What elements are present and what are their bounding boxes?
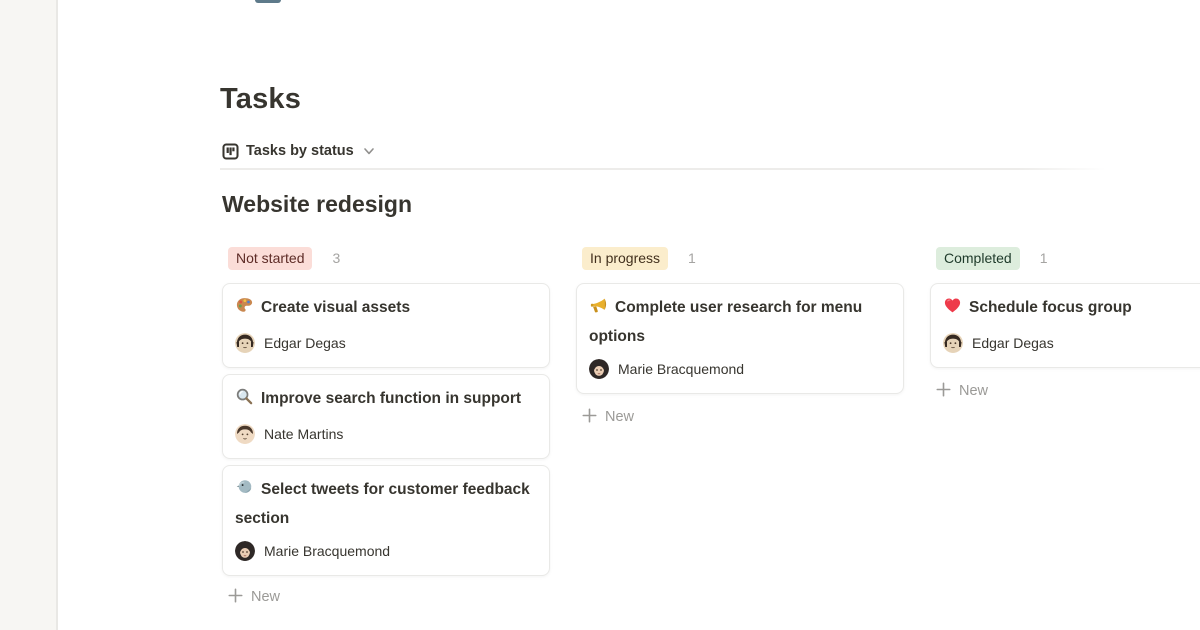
new-task-label: New xyxy=(605,409,634,425)
task-card[interactable]: Complete user research for menu options … xyxy=(576,283,904,394)
card-title-row: Schedule focus group xyxy=(943,295,1200,324)
megaphone-icon xyxy=(589,296,608,324)
card-title: Complete user research for menu options xyxy=(589,299,862,345)
chevron-down-icon xyxy=(361,144,376,158)
column-count: 1 xyxy=(688,250,696,266)
new-task-button[interactable]: New xyxy=(582,406,904,428)
column-count: 3 xyxy=(332,250,340,266)
card-title: Schedule focus group xyxy=(969,299,1132,316)
new-task-button[interactable]: New xyxy=(228,586,550,608)
assignee: Nate Martins xyxy=(235,424,537,444)
assignee-name: Edgar Degas xyxy=(972,335,1054,351)
column-header: Completed 1 xyxy=(936,246,1200,270)
status-badge[interactable]: Completed xyxy=(936,247,1020,270)
task-card[interactable]: Select tweets for customer feedback sect… xyxy=(222,465,550,576)
card-title: Improve search function in support xyxy=(261,390,521,407)
board-column-not-started: Not started 3 Create visual assets Edgar… xyxy=(222,246,550,608)
card-title-row: Create visual assets xyxy=(235,295,537,324)
view-bar-divider xyxy=(220,168,1106,170)
nate-martins-avatar xyxy=(235,424,255,444)
board-column-completed: Completed 1 Schedule focus group Edgar D… xyxy=(930,246,1200,402)
new-task-button[interactable]: New xyxy=(936,380,1200,402)
assignee-name: Nate Martins xyxy=(264,426,343,442)
column-header: In progress 1 xyxy=(582,246,904,270)
assignee: Marie Bracquemond xyxy=(235,541,537,561)
heart-icon xyxy=(943,296,962,324)
task-card[interactable]: Create visual assets Edgar Degas xyxy=(222,283,550,368)
assignee-name: Edgar Degas xyxy=(264,335,346,351)
status-badge[interactable]: In progress xyxy=(582,247,668,270)
notion-window: Tasks Tasks by status Website redesign N… xyxy=(0,0,1200,630)
edgar-degas-avatar xyxy=(235,333,255,353)
plus-icon xyxy=(228,588,243,607)
board-view-icon xyxy=(222,143,239,160)
page-icon xyxy=(255,0,281,3)
assignee: Marie Bracquemond xyxy=(589,359,891,379)
card-title-row: Select tweets for customer feedback sect… xyxy=(235,477,537,532)
task-card[interactable]: Schedule focus group Edgar Degas xyxy=(930,283,1200,368)
view-label: Tasks by status xyxy=(246,143,354,159)
column-header: Not started 3 xyxy=(228,246,550,270)
assignee: Edgar Degas xyxy=(943,333,1200,353)
task-card[interactable]: Improve search function in support Nate … xyxy=(222,374,550,459)
board-column-in-progress: In progress 1 Complete user research for… xyxy=(576,246,904,428)
card-title: Select tweets for customer feedback sect… xyxy=(235,481,530,527)
assignee: Edgar Degas xyxy=(235,333,537,353)
magnifier-icon xyxy=(235,387,254,415)
marie-bracquemond-avatar xyxy=(235,541,255,561)
assignee-name: Marie Bracquemond xyxy=(264,543,390,559)
new-task-label: New xyxy=(251,589,280,605)
card-title-row: Improve search function in support xyxy=(235,386,537,415)
status-badge[interactable]: Not started xyxy=(228,247,312,270)
column-count: 1 xyxy=(1040,250,1048,266)
board-title[interactable]: Website redesign xyxy=(222,189,412,219)
new-task-label: New xyxy=(959,383,988,399)
plus-icon xyxy=(936,382,951,401)
view-selector[interactable]: Tasks by status xyxy=(222,138,376,164)
card-title: Create visual assets xyxy=(261,299,410,316)
page-title[interactable]: Tasks xyxy=(220,83,301,115)
card-title-row: Complete user research for menu options xyxy=(589,295,891,350)
assignee-name: Marie Bracquemond xyxy=(618,361,744,377)
plus-icon xyxy=(582,408,597,427)
app-sidebar[interactable] xyxy=(0,0,58,630)
palette-icon xyxy=(235,296,254,324)
bird-icon xyxy=(235,478,254,506)
marie-bracquemond-avatar xyxy=(589,359,609,379)
edgar-degas-avatar xyxy=(943,333,963,353)
